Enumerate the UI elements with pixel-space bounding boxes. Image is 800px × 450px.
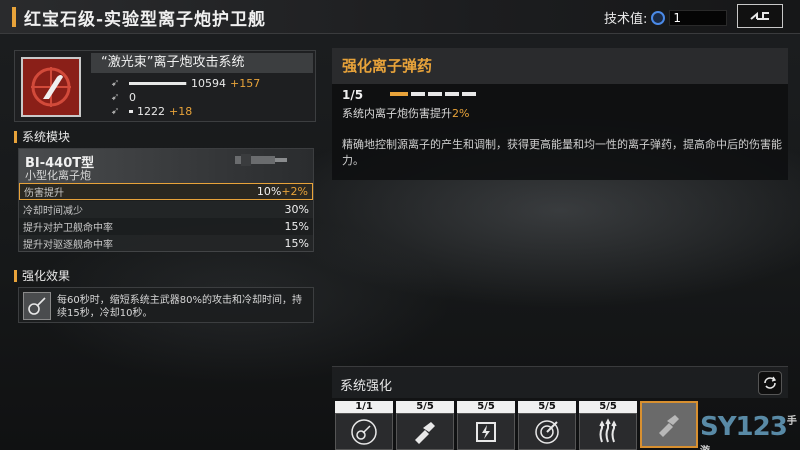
stat-row-damage: ➹ 10594 +157	[111, 77, 260, 90]
module-header: BI-440T型 小型化离子炮	[19, 149, 313, 183]
enhance-slot-2[interactable]: 5/5	[396, 401, 454, 450]
missile-icon	[659, 414, 679, 437]
damage-value: 10594	[191, 77, 226, 90]
enhancement-detail-panel: 强化离子弹药 1/5 系统内离子炮伤害提升2% 精确地控制源离子的产生和调制，获…	[332, 48, 788, 180]
enhance-slot-4[interactable]: 5/5	[518, 401, 576, 450]
module-row-value: 30%	[284, 203, 309, 216]
tech-value-display: 技术值: 1	[604, 8, 728, 27]
enhancement-summary: 系统内离子炮伤害提升2%	[342, 105, 469, 121]
enhance-slot-3[interactable]: 5/5	[457, 401, 515, 450]
level-segment	[428, 92, 442, 96]
guitar-icon	[23, 292, 51, 320]
stat-row-range: ➹ 1222 +18	[111, 105, 192, 118]
summary-value: 2%	[452, 107, 470, 120]
shield-bolt-icon	[476, 421, 496, 442]
module-row-label: 冷却时间减少	[23, 206, 83, 217]
module-row-value: 15%	[284, 220, 309, 233]
slot-level: 5/5	[518, 401, 576, 413]
enhancement-description: 精确地控制源离子的产生和调制，获得更高能量和均一性的离子弹药，提高命中后的伤害能…	[342, 138, 782, 167]
module-row-bonus: +2%	[281, 185, 308, 198]
slot-level: 1/1	[335, 401, 393, 413]
system-enhance-title: 系统强化	[340, 379, 393, 394]
back-arrow-icon	[750, 11, 769, 20]
damage-bonus: +157	[230, 77, 261, 90]
tech-crystal-icon	[651, 10, 666, 25]
stat-row-rate: ➹ 0	[111, 91, 136, 104]
refresh-icon	[764, 376, 777, 389]
rate-value: 0	[129, 91, 136, 104]
level-segment	[411, 92, 425, 96]
module-section-label: 系统模块	[14, 128, 316, 146]
range-bonus: +18	[169, 105, 193, 118]
rate-icon: ➹	[111, 91, 120, 103]
refresh-button[interactable]	[758, 371, 782, 395]
range-value: 1222	[137, 105, 165, 118]
module-row-value: 15%	[284, 237, 309, 250]
title-accent	[12, 7, 16, 27]
weapon-card: “激光束”离子炮攻击系统 ➹ 10594 +157 ➹ 0 ➹ 1222 +18	[14, 50, 316, 122]
page-title: 红宝石级-实验型离子炮护卫舰	[24, 10, 267, 30]
module-row-label: 伤害提升	[24, 188, 64, 199]
effect-description: 每60秒时，缩短系统主武器80%的攻击和冷却时间，持续15秒，冷却10秒。	[57, 295, 302, 319]
damage-bar	[129, 82, 187, 85]
enhance-slot-6[interactable]	[640, 401, 698, 450]
module-row-label: 提升对驱逐舰命中率	[23, 240, 113, 251]
level-segment	[462, 92, 476, 96]
level-segment	[445, 92, 459, 96]
cannon-model-icon	[235, 154, 287, 166]
enhancement-level: 1/5	[342, 88, 364, 102]
tech-value: 1	[669, 9, 728, 26]
title-bar: 红宝石级-实验型离子炮护卫舰 技术值: 1	[0, 0, 800, 34]
range-icon: ➹	[111, 105, 120, 117]
weapon-name: “激光束”离子炮攻击系统	[91, 53, 313, 73]
slot-level: 5/5	[457, 401, 515, 413]
slot-level: 5/5	[396, 401, 454, 413]
enhancement-title: 强化离子弹药	[332, 48, 788, 84]
module-row-damage: 伤害提升 10%+2%	[19, 183, 313, 200]
tech-label: 技术值:	[604, 12, 648, 27]
ion-cannon-icon	[21, 57, 81, 117]
slot-level: 5/5	[579, 401, 637, 413]
level-segment	[390, 92, 408, 96]
module-row-cooldown: 冷却时间减少 30%	[19, 201, 313, 218]
back-button[interactable]	[737, 4, 783, 28]
target-icon	[535, 419, 559, 444]
module-row-frigate-hit: 提升对护卫舰命中率 15%	[19, 218, 313, 235]
missile-icon	[415, 421, 435, 444]
module-row-label: 提升对护卫舰命中率	[23, 223, 113, 234]
summary-text: 系统内离子炮伤害提升	[342, 107, 452, 120]
enhance-slot-5[interactable]: 5/5	[579, 401, 637, 450]
module-row-destroyer-hit: 提升对驱逐舰命中率 15%	[19, 235, 313, 252]
module-type: 小型化离子炮	[25, 169, 91, 182]
level-progress	[390, 92, 476, 96]
range-bar	[129, 110, 133, 113]
enhance-slot-1[interactable]: 1/1	[335, 401, 393, 450]
module-row-value: 10%	[256, 185, 282, 198]
guitar-icon	[351, 418, 377, 445]
module-panel: BI-440T型 小型化离子炮 伤害提升 10%+2% 冷却时间减少 30% 提…	[18, 148, 314, 252]
heat-icon	[599, 417, 617, 442]
effect-section-label: 强化效果	[14, 267, 316, 285]
effect-panel: 每60秒时，缩短系统主武器80%的攻击和冷却时间，持续15秒，冷却10秒。	[18, 287, 314, 323]
system-enhance-bar: 系统强化	[332, 366, 788, 398]
damage-icon: ➹	[111, 77, 120, 89]
watermark-logo: SY123手游	[700, 412, 797, 450]
